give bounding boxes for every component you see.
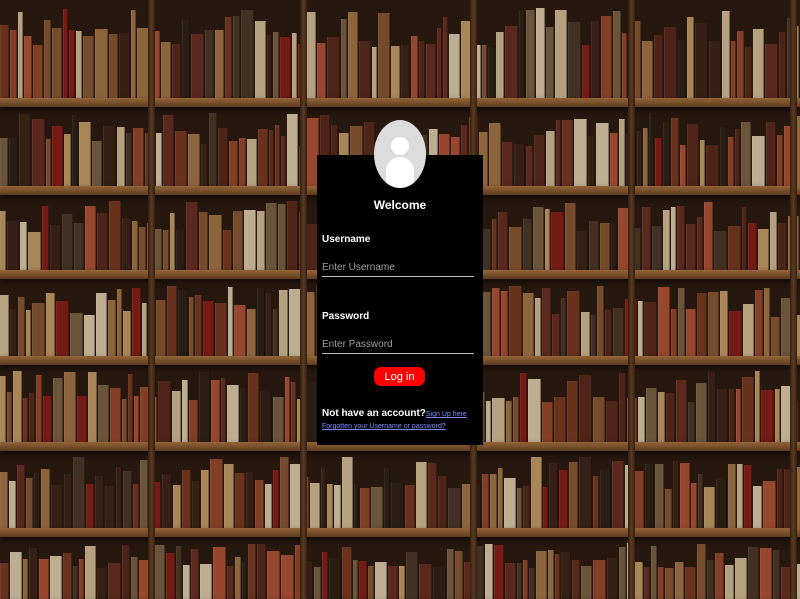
- no-account-label: Not have an account?: [322, 408, 426, 419]
- no-account-text: Not have an account?Sign Up here: [322, 408, 467, 419]
- avatar-shoulders: [386, 157, 414, 188]
- login-button[interactable]: Log in: [374, 367, 425, 386]
- signup-link[interactable]: Sign Up here: [426, 411, 467, 418]
- username-input[interactable]: [322, 258, 474, 277]
- avatar-head: [391, 137, 409, 155]
- password-input[interactable]: [322, 335, 474, 354]
- password-label: Password: [322, 311, 370, 322]
- username-label: Username: [322, 234, 371, 245]
- welcome-heading: Welcome: [373, 198, 427, 212]
- login-card: Welcome Username Password Log in Not hav…: [317, 155, 483, 445]
- forgot-credentials-link[interactable]: Forgotten your Username or password?: [322, 423, 446, 430]
- avatar-user-icon: [374, 120, 426, 188]
